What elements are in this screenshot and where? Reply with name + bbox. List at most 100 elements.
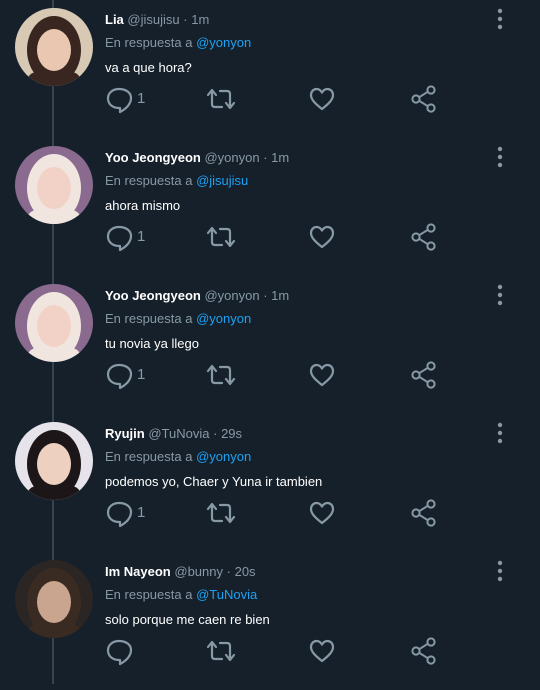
reply-to-handle[interactable]: @jisujisu: [196, 173, 248, 188]
separator-dot: ·: [213, 426, 218, 441]
retweet-button[interactable]: [205, 498, 237, 528]
tweet-text: va a que hora?: [105, 60, 192, 75]
reply-prefix: En respuesta a: [105, 173, 193, 188]
heart-icon: [309, 501, 335, 525]
reply-prefix: En respuesta a: [105, 35, 193, 50]
tweet-text: podemos yo, Chaer y Yuna ir tambien: [105, 474, 323, 489]
reply-to-handle[interactable]: @TuNovia: [196, 587, 257, 602]
tweet[interactable]: Im Nayeon @bunny · 20s En respuesta a @T…: [0, 552, 540, 690]
display-name[interactable]: Yoo Jeongyeon: [105, 288, 201, 303]
reply-context: En respuesta a @yonyon: [105, 311, 251, 326]
display-name[interactable]: Ryujin: [105, 426, 145, 441]
retweet-button[interactable]: [205, 636, 237, 666]
share-button[interactable]: [410, 84, 438, 114]
reply-prefix: En respuesta a: [105, 587, 193, 602]
reply-context: En respuesta a @TuNovia: [105, 587, 257, 602]
avatar[interactable]: [15, 284, 93, 362]
reply-prefix: En respuesta a: [105, 311, 193, 326]
avatar[interactable]: [15, 560, 93, 638]
retweet-icon: [206, 364, 236, 386]
reply-button[interactable]: [106, 636, 134, 666]
reply-icon: [106, 87, 133, 114]
separator-dot: ·: [263, 150, 268, 165]
reply-button[interactable]: 1: [106, 360, 145, 390]
reply-count: 1: [137, 228, 146, 245]
retweet-icon: [206, 226, 236, 248]
reply-count: 1: [137, 90, 146, 107]
reply-to-handle[interactable]: @yonyon: [196, 35, 251, 50]
retweet-button[interactable]: [205, 84, 237, 114]
tweet[interactable]: Yoo Jeongyeon @yonyon · 1m En respuesta …: [0, 138, 540, 276]
reply-context: En respuesta a @yonyon: [105, 35, 251, 50]
display-name[interactable]: Im Nayeon: [105, 564, 171, 579]
avatar[interactable]: [15, 8, 93, 86]
tweet-actions: 1: [0, 222, 540, 252]
retweet-button[interactable]: [205, 222, 237, 252]
heart-icon: [309, 225, 335, 249]
tweet[interactable]: Yoo Jeongyeon @yonyon · 1m En respuesta …: [0, 276, 540, 414]
share-button[interactable]: [410, 636, 438, 666]
more-vertical-icon[interactable]: [490, 6, 510, 32]
reply-icon: [106, 225, 133, 252]
reply-icon: [106, 639, 133, 666]
like-button[interactable]: [309, 498, 335, 528]
like-button[interactable]: [309, 222, 335, 252]
reply-icon: [106, 501, 133, 528]
heart-icon: [309, 363, 335, 387]
share-icon: [411, 499, 436, 527]
timestamp: 1m: [271, 288, 290, 303]
more-vertical-icon[interactable]: [490, 558, 510, 584]
like-button[interactable]: [309, 84, 335, 114]
tweet-header: Yoo Jeongyeon @yonyon · 1m: [105, 288, 289, 303]
tweet[interactable]: Ryujin @TuNovia · 29s En respuesta a @yo…: [0, 414, 540, 552]
reply-button[interactable]: 1: [106, 222, 145, 252]
timestamp: 29s: [221, 426, 243, 441]
reply-to-handle[interactable]: @yonyon: [196, 311, 251, 326]
username: @bunny: [174, 564, 223, 579]
share-button[interactable]: [410, 222, 438, 252]
reply-button[interactable]: 1: [106, 498, 145, 528]
display-name[interactable]: Lia: [105, 12, 124, 27]
username: @TuNovia: [148, 426, 210, 441]
tweet-actions: 1: [0, 360, 540, 390]
avatar[interactable]: [15, 422, 93, 500]
share-button[interactable]: [410, 360, 438, 390]
username: @yonyon: [204, 288, 260, 303]
share-button[interactable]: [410, 498, 438, 528]
username: @jisujisu: [127, 12, 180, 27]
tweet-text: tu novia ya llego: [105, 336, 199, 351]
avatar[interactable]: [15, 146, 93, 224]
retweet-icon: [206, 502, 236, 524]
tweet-text: solo porque me caen re bien: [105, 612, 270, 627]
timestamp: 20s: [234, 564, 256, 579]
more-vertical-icon[interactable]: [490, 420, 510, 446]
display-name[interactable]: Yoo Jeongyeon: [105, 150, 201, 165]
timestamp: 1m: [271, 150, 290, 165]
share-icon: [411, 361, 436, 389]
retweet-button[interactable]: [205, 360, 237, 390]
heart-icon: [309, 87, 335, 111]
share-icon: [411, 637, 436, 665]
reply-icon: [106, 363, 133, 390]
heart-icon: [309, 639, 335, 663]
tweet-actions: 1: [0, 84, 540, 114]
more-vertical-icon[interactable]: [490, 144, 510, 170]
reply-to-handle[interactable]: @yonyon: [196, 449, 251, 464]
separator-dot: ·: [263, 288, 268, 303]
tweet[interactable]: Lia @jisujisu · 1m En respuesta a @yonyo…: [0, 0, 540, 138]
share-icon: [411, 85, 436, 113]
tweet-header: Im Nayeon @bunny · 20s: [105, 564, 256, 579]
like-button[interactable]: [309, 360, 335, 390]
like-button[interactable]: [309, 636, 335, 666]
tweet-header: Yoo Jeongyeon @yonyon · 1m: [105, 150, 289, 165]
username: @yonyon: [204, 150, 260, 165]
more-vertical-icon[interactable]: [490, 282, 510, 308]
reply-button[interactable]: 1: [106, 84, 145, 114]
tweet-actions: [0, 636, 540, 666]
retweet-icon: [206, 640, 236, 662]
reply-context: En respuesta a @jisujisu: [105, 173, 248, 188]
reply-prefix: En respuesta a: [105, 449, 193, 464]
reply-count: 1: [137, 366, 146, 383]
tweet-header: Ryujin @TuNovia · 29s: [105, 426, 242, 441]
tweet-text: ahora mismo: [105, 198, 181, 213]
